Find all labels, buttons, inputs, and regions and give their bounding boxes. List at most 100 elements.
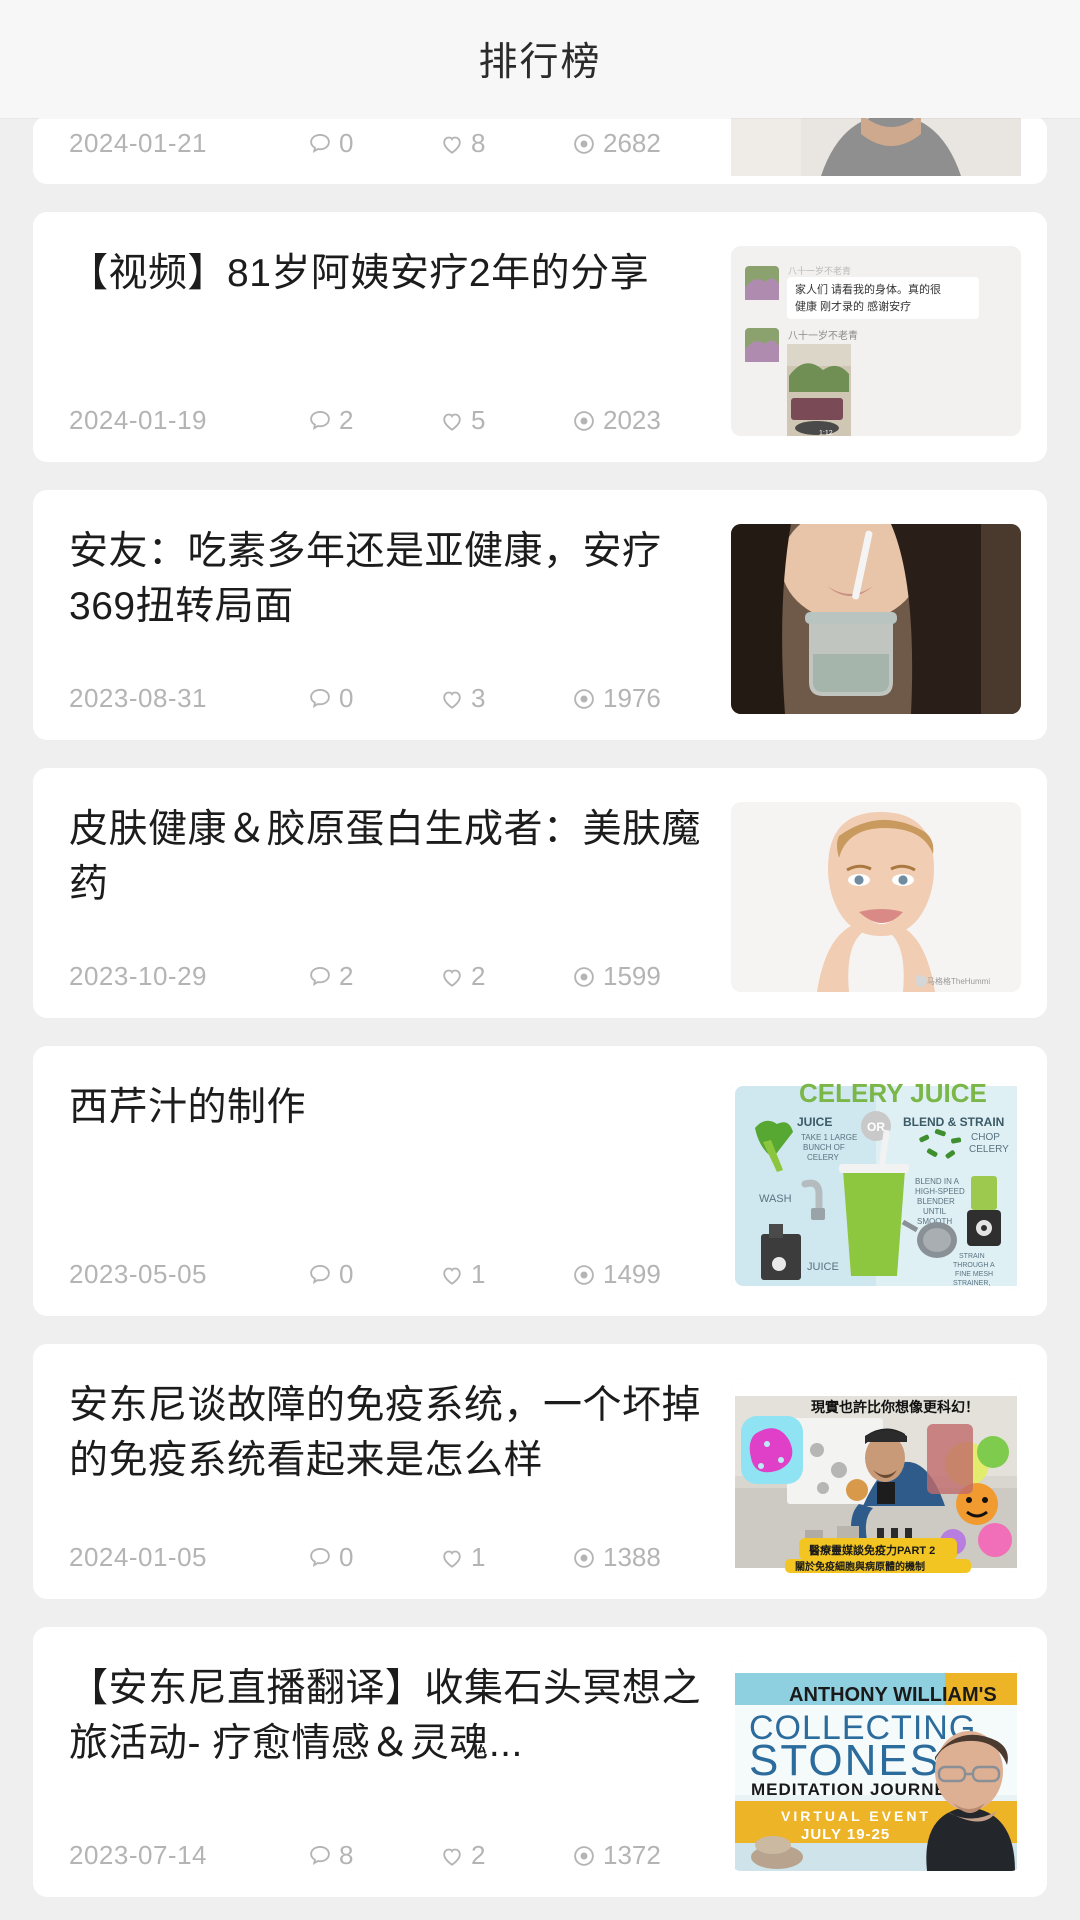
list-item[interactable]: 2024-01-21 0 8 2682 — [33, 116, 1047, 184]
list-item-thumbnail[interactable] — [731, 116, 1021, 176]
eye-icon — [571, 408, 597, 434]
list-item-thumbnail[interactable] — [731, 524, 1021, 714]
svg-text:WASH: WASH — [759, 1193, 792, 1205]
list-item-text: 安友：吃素多年还是亚健康，安疗369扭转局面 2023-08-31 0 3 19… — [69, 524, 731, 714]
comment-icon — [307, 131, 333, 157]
meta-date: 2023-10-29 — [69, 961, 207, 991]
meta-date: 2024-01-21 — [69, 128, 207, 158]
list-item-text: 西芹汁的制作 2023-05-05 0 1 1499 — [69, 1080, 731, 1290]
list-item-thumbnail[interactable]: 八十一岁不老青 家人们 请看我的身体。真的很 健康 刚才录的 感谢安疗 八十一岁… — [731, 246, 1021, 436]
list-item-title: 安友：吃素多年还是亚健康，安疗369扭转局面 — [69, 530, 662, 629]
video-immune-system-image: 現實也許比你想像更科幻！ 醫療靈媒談免疫力PART 2 關於免疫細胞與病原體的機… — [731, 1378, 1021, 1573]
list-item-meta: 2024-01-21 0 8 2682 — [69, 128, 713, 159]
list-item[interactable]: 安东尼谈故障的免疫系统，一个坏掉的免疫系统看起来是怎么样 2024-01-05 … — [33, 1344, 1047, 1599]
meta-likes-count: 2 — [471, 961, 486, 991]
meta-comments: 2 — [307, 961, 439, 992]
svg-text:STONES: STONES — [749, 1736, 941, 1785]
meta-comments-count: 8 — [339, 1840, 354, 1870]
meta-comments: 0 — [307, 128, 439, 159]
list-item-thumbnail[interactable]: ANTHONY WILLIAM'S COLLECTING STONES MEDI… — [731, 1661, 1021, 1871]
meta-views: 1599 — [571, 961, 703, 992]
list-item-meta: 2023-07-14 8 2 1372 — [69, 1840, 713, 1871]
list-item-title: 【安东尼直播翻译】收集石头冥想之旅活动- 疗愈情感＆灵魂... — [69, 1667, 702, 1766]
meta-comments-count: 0 — [339, 128, 354, 158]
meta-date: 2024-01-05 — [69, 1542, 207, 1572]
meta-likes: 8 — [439, 128, 571, 159]
heart-icon — [439, 1262, 465, 1288]
celery-juice-infographic-image: CELERY JUICE JUICE BLEND & STRAIN OR TAK… — [731, 1080, 1021, 1290]
meta-date: 2023-08-31 — [69, 683, 207, 713]
list-item-text: 安东尼谈故障的免疫系统，一个坏掉的免疫系统看起来是怎么样 2024-01-05 … — [69, 1378, 731, 1573]
svg-text:關於免疫細胞與病原體的機制: 關於免疫細胞與病原體的機制 — [795, 1560, 925, 1573]
heart-icon — [439, 1545, 465, 1571]
list-item-title: 安东尼谈故障的免疫系统，一个坏掉的免疫系统看起来是怎么样 — [69, 1384, 702, 1483]
svg-text:UNTIL: UNTIL — [923, 1207, 947, 1216]
list-item[interactable]: 【安东尼直播翻译】收集石头冥想之旅活动- 疗愈情感＆灵魂... 2023-07-… — [33, 1627, 1047, 1897]
meta-likes-count: 1 — [471, 1542, 486, 1572]
meta-likes: 2 — [439, 961, 571, 992]
meta-views-count: 2682 — [603, 128, 661, 158]
heart-icon — [439, 131, 465, 157]
page-header: 排行榜 — [0, 0, 1080, 118]
meta-views: 1388 — [571, 1542, 703, 1573]
meta-likes: 3 — [439, 683, 571, 714]
eye-icon — [571, 131, 597, 157]
svg-text:CELERY: CELERY — [807, 1153, 840, 1162]
svg-text:CELERY JUICE: CELERY JUICE — [799, 1080, 987, 1108]
meta-date: 2023-07-14 — [69, 1840, 207, 1870]
list-item[interactable]: 【视频】81岁阿姨安疗2年的分享 2024-01-19 2 5 2023 八十一… — [33, 212, 1047, 462]
list-item-thumbnail[interactable]: 現實也許比你想像更科幻！ 醫療靈媒談免疫力PART 2 關於免疫細胞與病原體的機… — [731, 1378, 1021, 1573]
meta-date: 2023-05-05 — [69, 1259, 207, 1289]
svg-text:八十一岁不老青: 八十一岁不老青 — [788, 329, 858, 342]
svg-text:BLENDER: BLENDER — [917, 1197, 955, 1206]
svg-text:VIRTUAL EVENT: VIRTUAL EVENT — [781, 1808, 931, 1824]
svg-text:STRAINER,: STRAINER, — [953, 1280, 990, 1287]
meta-likes-count: 2 — [471, 1840, 486, 1870]
list-item[interactable]: 皮肤健康＆胶原蛋白生成者：美肤魔药 2023-10-29 2 2 1599 马格… — [33, 768, 1047, 1018]
list-item-meta: 2023-08-31 0 3 1976 — [69, 683, 713, 714]
comment-icon — [307, 408, 333, 434]
comment-icon — [307, 1262, 333, 1288]
list-item-thumbnail[interactable]: CELERY JUICE JUICE BLEND & STRAIN OR TAK… — [731, 1080, 1021, 1290]
meta-comments: 0 — [307, 1542, 439, 1573]
list-item-thumbnail[interactable]: 马格格TheHummi — [731, 802, 1021, 992]
meta-views: 1372 — [571, 1840, 703, 1871]
eye-icon — [571, 1843, 597, 1869]
svg-text:家人们 请看我的身体。真的很: 家人们 请看我的身体。真的很 — [795, 282, 941, 296]
woman-drinking-mason-jar-image — [731, 524, 1021, 714]
list-item-title: 【视频】81岁阿姨安疗2年的分享 — [69, 252, 650, 295]
eye-icon — [571, 1262, 597, 1288]
list-item[interactable]: 西芹汁的制作 2023-05-05 0 1 1499 CELERY JUICE … — [33, 1046, 1047, 1316]
svg-text:THROUGH A: THROUGH A — [953, 1262, 995, 1269]
woman-skincare-face-image: 马格格TheHummi — [731, 802, 1021, 992]
heart-icon — [439, 1843, 465, 1869]
meta-views-count: 2023 — [603, 405, 661, 435]
heart-icon — [439, 408, 465, 434]
list-item-title: 皮肤健康＆胶原蛋白生成者：美肤魔药 — [69, 808, 702, 907]
meta-views: 1976 — [571, 683, 703, 714]
meta-comments-count: 2 — [339, 405, 354, 435]
list-item-meta: 2023-10-29 2 2 1599 — [69, 961, 713, 992]
meta-likes: 5 — [439, 405, 571, 436]
eye-icon — [571, 964, 597, 990]
list-item-meta: 2024-01-05 0 1 1388 — [69, 1542, 713, 1573]
meta-comments: 8 — [307, 1840, 439, 1871]
meta-views-count: 1599 — [603, 961, 661, 991]
meta-views-count: 1499 — [603, 1259, 661, 1289]
meta-likes-count: 3 — [471, 683, 486, 713]
meta-views-count: 1976 — [603, 683, 661, 713]
svg-text:ANTHONY WILLIAM'S: ANTHONY WILLIAM'S — [789, 1684, 997, 1706]
meta-views: 2023 — [571, 405, 703, 436]
svg-text:MEDITATION JOURNEY: MEDITATION JOURNEY — [751, 1780, 959, 1799]
meta-views: 1499 — [571, 1259, 703, 1290]
ranking-page: 排行榜 2024-01-21 0 8 2682 【视频】81岁阿姨安疗2年的分享… — [0, 0, 1080, 1920]
svg-text:TAKE 1 LARGE: TAKE 1 LARGE — [801, 1133, 857, 1142]
meta-likes-count: 1 — [471, 1259, 486, 1289]
list-item[interactable]: 安友：吃素多年还是亚健康，安疗369扭转局面 2023-08-31 0 3 19… — [33, 490, 1047, 740]
svg-text:BLEND IN A: BLEND IN A — [915, 1177, 960, 1186]
meta-likes: 1 — [439, 1259, 571, 1290]
meta-views: 2682 — [571, 128, 703, 159]
svg-text:STRAIN: STRAIN — [959, 1253, 985, 1260]
meta-comments: 0 — [307, 1259, 439, 1290]
eye-icon — [571, 1545, 597, 1571]
